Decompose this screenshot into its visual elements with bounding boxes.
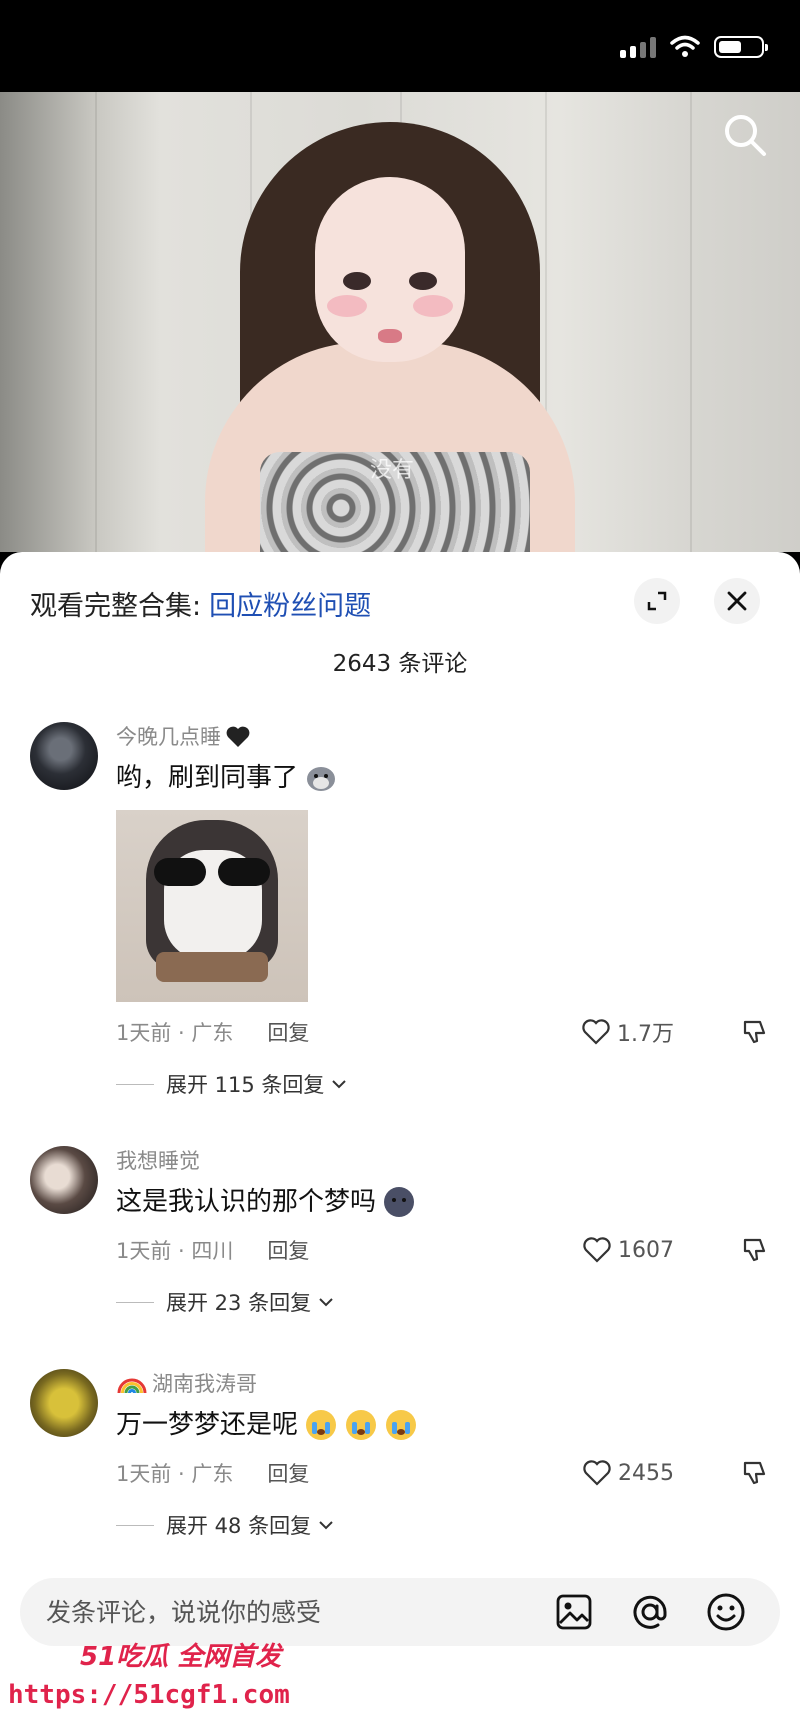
watermark-brand: 51吃瓜 全网首发 <box>80 1642 282 1672</box>
wifi-icon <box>670 35 700 57</box>
comment-username[interactable]: 今晚几点睡 <box>116 722 770 752</box>
like-button[interactable]: 1.7万 <box>581 1016 674 1048</box>
battery-icon <box>714 36 768 58</box>
expand-icon <box>647 591 667 611</box>
comment-text-content: 万一梦梦还是呢 <box>116 1410 299 1440</box>
heart-icon <box>582 1019 610 1045</box>
wall-panel <box>95 92 97 552</box>
crying-emoji-icon <box>306 1410 337 1440</box>
expand-replies-label: 展开 48 条回复 <box>166 1514 312 1538</box>
comment-text: 这是我认识的那个梦吗 <box>116 1184 770 1220</box>
comment-input[interactable] <box>20 1596 552 1628</box>
comment-text: 万一梦梦还是呢 <box>116 1407 770 1443</box>
avatar[interactable] <box>30 722 98 790</box>
like-count: 1607 <box>618 1237 674 1263</box>
rainbow-icon <box>117 1378 147 1394</box>
collection-link[interactable]: 回应粉丝问题 <box>209 584 371 623</box>
image-button[interactable] <box>552 1590 596 1634</box>
comment-meta: 1天前 · 广东 回复 1.7万 <box>116 1012 770 1052</box>
comment-time-location: 1天前 · 广东 <box>116 1462 234 1486</box>
comment-time-location: 1天前 · 四川 <box>116 1239 234 1263</box>
video-player[interactable]: 没有 <box>0 92 800 552</box>
search-button[interactable] <box>720 110 770 160</box>
comment-username[interactable]: 湖南我涛哥 <box>116 1369 770 1399</box>
wall-panel <box>690 92 692 552</box>
chevron-down-icon <box>319 1521 333 1530</box>
username-text: 湖南我涛哥 <box>152 1372 257 1396</box>
mention-button[interactable] <box>628 1590 672 1634</box>
chevron-down-icon <box>332 1080 347 1089</box>
dislike-button[interactable] <box>740 1458 770 1488</box>
comment-text: 哟，刷到同事了 <box>116 760 770 796</box>
username-text: 今晚几点睡 <box>116 725 221 749</box>
like-count: 1.7万 <box>617 1022 674 1047</box>
comment-text-content: 哟，刷到同事了 <box>116 763 299 793</box>
at-icon <box>633 1595 667 1629</box>
divider <box>116 1083 154 1085</box>
like-button[interactable]: 2455 <box>582 1459 674 1487</box>
comment-time-location: 1天前 · 广东 <box>116 1021 234 1045</box>
close-button[interactable] <box>714 578 760 624</box>
like-button[interactable]: 1607 <box>582 1236 674 1264</box>
crying-emoji-icon <box>346 1410 377 1440</box>
reply-button[interactable]: 回复 <box>267 1458 309 1488</box>
comment-count: 2643 条评论 <box>332 651 468 677</box>
username-text: 我想睡觉 <box>116 1149 200 1173</box>
expand-replies-label: 展开 23 条回复 <box>166 1291 312 1315</box>
expand-replies-label: 展开 115 条回复 <box>166 1073 325 1097</box>
thumbs-down-icon <box>743 1238 766 1262</box>
sticker-image[interactable] <box>116 810 308 1002</box>
thumbs-down-icon <box>743 1461 766 1485</box>
dark-face-emoji-icon <box>384 1187 415 1217</box>
thumbs-down-icon <box>743 1020 766 1044</box>
avatar[interactable] <box>30 1146 98 1214</box>
expand-replies-button[interactable]: 展开 48 条回复 <box>116 1507 770 1543</box>
dislike-button[interactable] <box>740 1017 770 1047</box>
reply-button[interactable]: 回复 <box>267 1235 309 1265</box>
video-person <box>200 122 580 552</box>
status-bar <box>0 0 800 92</box>
divider <box>116 1524 154 1526</box>
collection-header: 观看完整合集: 回应粉丝问题 <box>30 578 770 628</box>
smiley-icon <box>707 1593 745 1631</box>
search-icon <box>725 115 766 156</box>
reply-button[interactable]: 回复 <box>267 1017 309 1047</box>
watermark-url: https://51cgf1.com <box>8 1680 290 1710</box>
signal-icon <box>620 36 656 58</box>
status-icons <box>620 34 768 58</box>
crying-emoji-icon <box>386 1410 417 1440</box>
comment-meta: 1天前 · 四川 回复 1607 <box>116 1230 770 1270</box>
video-caption: 没有 <box>370 458 415 483</box>
comment-meta: 1天前 · 广东 回复 2455 <box>116 1453 770 1493</box>
wolf-emoji-icon <box>307 767 336 791</box>
expand-button[interactable] <box>634 578 680 624</box>
expand-replies-button[interactable]: 展开 23 条回复 <box>116 1284 770 1320</box>
comment-username[interactable]: 我想睡觉 <box>116 1146 770 1176</box>
watermark: 51吃瓜 全网首发 https://51cgf1.com <box>0 1628 300 1723</box>
image-icon <box>556 1594 592 1630</box>
black-heart-icon <box>226 726 250 747</box>
dislike-button[interactable] <box>740 1235 770 1265</box>
divider <box>116 1301 154 1303</box>
heart-icon <box>583 1237 611 1263</box>
expand-replies-button[interactable]: 展开 115 条回复 <box>116 1066 770 1102</box>
avatar[interactable] <box>30 1369 98 1437</box>
like-count: 2455 <box>618 1460 674 1486</box>
comment-text-content: 这是我认识的那个梦吗 <box>116 1187 377 1217</box>
heart-icon <box>583 1460 611 1486</box>
emoji-button[interactable] <box>704 1590 748 1634</box>
collection-label: 观看完整合集: <box>30 590 202 622</box>
chevron-down-icon <box>319 1298 333 1307</box>
close-icon <box>727 591 747 611</box>
